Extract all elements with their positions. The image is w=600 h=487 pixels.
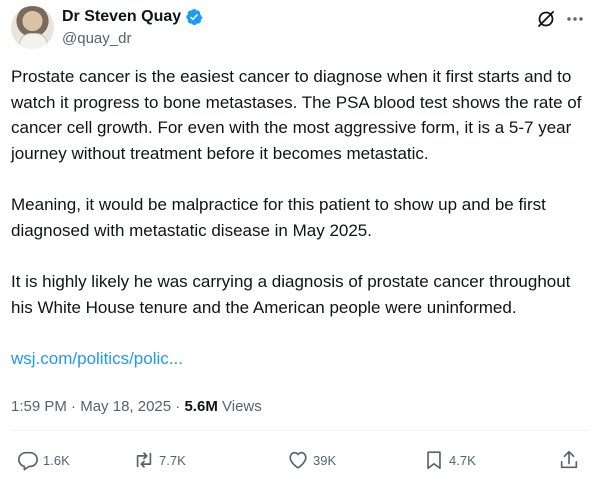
tweet-card: Dr Steven Quay @quay_dr Prostate cancer …	[0, 0, 600, 487]
repost-icon	[136, 452, 152, 468]
tweet-text: Prostate cancer is the easiest cancer to…	[11, 64, 596, 372]
like-button[interactable]: 39K	[287, 447, 336, 473]
tweet-paragraph: It is highly likely he was carrying a di…	[11, 272, 571, 317]
views-label: Views	[222, 398, 262, 415]
author-display-name[interactable]: Dr Steven Quay	[62, 8, 181, 26]
reply-icon	[18, 451, 38, 471]
repost-count: 7.7K	[159, 452, 186, 468]
like-count: 39K	[313, 452, 337, 468]
repost-button[interactable]: 7.7K	[133, 447, 186, 473]
tweet-link-paragraph: wsj.com/politics/polic...	[11, 346, 596, 372]
tweet-date[interactable]: May 18, 2025	[80, 398, 171, 415]
share-button[interactable]	[558, 447, 584, 473]
heart-icon	[289, 451, 307, 469]
bookmark-icon	[427, 451, 441, 470]
grok-icon[interactable]	[536, 9, 556, 29]
verified-badge-icon	[186, 8, 203, 26]
tweet-link[interactable]: wsj.com/politics/polic...	[11, 349, 183, 368]
bookmark-button[interactable]: 4.7K	[423, 447, 476, 473]
bookmark-count: 4.7K	[449, 452, 476, 468]
share-icon	[560, 450, 578, 469]
views-count[interactable]: 5.6M	[184, 398, 217, 415]
tweet-meta: 1:59 PM · May 18, 2025 · 5.6M Views	[11, 398, 262, 415]
avatar-figure	[19, 33, 48, 49]
tweet-paragraph: Prostate cancer is the easiest cancer to…	[11, 67, 582, 163]
author-handle[interactable]: @quay_dr	[62, 30, 131, 47]
meta-separator: ·	[171, 398, 185, 415]
avatar[interactable]	[11, 6, 54, 49]
author-name-row: Dr Steven Quay	[62, 8, 203, 26]
reply-count: 1.6K	[43, 452, 70, 468]
divider	[11, 430, 589, 431]
more-icon[interactable]	[563, 9, 587, 29]
tweet-paragraph: Meaning, it would be malpractice for thi…	[11, 195, 546, 240]
reply-button[interactable]: 1.6K	[17, 447, 70, 473]
meta-separator: ·	[66, 398, 81, 415]
tweet-time[interactable]: 1:59 PM	[11, 398, 67, 415]
